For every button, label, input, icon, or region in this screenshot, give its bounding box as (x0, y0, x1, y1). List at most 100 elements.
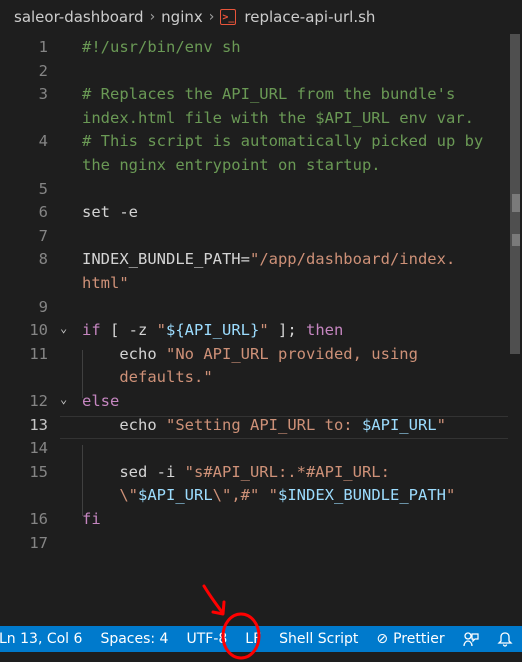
code-text: # Replaces the API_URL from the bundle's (82, 85, 455, 103)
line-number: 15 (29, 462, 48, 481)
language-mode[interactable]: Shell Script (270, 626, 367, 652)
code-line[interactable]: 4 # This script is automatically picked u… (0, 132, 510, 156)
line-number: 11 (29, 344, 48, 363)
line-number: 9 (38, 297, 48, 316)
code-text: echo "Setting API_URL to: $API_URL" (82, 416, 446, 434)
code-line[interactable]: 5 (0, 180, 510, 204)
line-number: 5 (38, 179, 48, 198)
status-bar: Ln 13, Col 6 Spaces: 4 UTF-8 LF Shell Sc… (0, 626, 522, 652)
line-number: 10 (29, 321, 48, 340)
code-line[interactable]: 14 (0, 439, 510, 463)
breadcrumb-file[interactable]: replace-api-url.sh (244, 8, 375, 26)
code-editor[interactable]: 1 #!/usr/bin/env sh 2 3 # Replaces the API_U… (0, 34, 522, 626)
code-token: \" (82, 486, 138, 505)
code-line[interactable]: 16 fi (0, 510, 510, 534)
shell-file-icon: >_ (220, 9, 237, 25)
code-token: "No API_URL provided, using (166, 344, 418, 363)
code-text: \"$API_URL\",#" "$INDEX_BUNDLE_PATH" (82, 486, 455, 504)
feedback-icon[interactable] (454, 626, 488, 652)
prohibited-icon: ⊘ (376, 631, 389, 647)
code-token: $API_URL (361, 415, 437, 434)
code-token: set -e (82, 203, 138, 222)
line-number: 16 (29, 510, 48, 528)
code-token: \",#" (212, 486, 260, 505)
chevron-right-icon: › (208, 9, 215, 25)
code-text: the nginx entrypoint on startup. (82, 156, 381, 174)
code-line[interactable]: 9 (0, 298, 510, 322)
code-text: else (82, 392, 119, 410)
code-token: " (268, 486, 279, 505)
line-number: 17 (29, 533, 48, 552)
code-token: ${API_URL} (166, 321, 260, 340)
code-text: fi (82, 510, 101, 528)
code-line[interactable]: 6 set -e (0, 203, 510, 227)
code-line[interactable]: 8 INDEX_BUNDLE_PATH="/app/dashboard/index… (0, 250, 510, 274)
line-number: 1 (38, 38, 48, 56)
code-text: # This script is automatically picked up… (82, 132, 483, 150)
code-line[interactable]: index.html file with the $API_URL env va… (0, 109, 510, 133)
prettier-status[interactable]: ⊘ Prettier (367, 626, 453, 652)
code-token: index.html file with the $API_URL env va… (82, 108, 474, 127)
code-token: then (306, 321, 344, 340)
eol-setting[interactable]: LF (236, 626, 270, 652)
code-text: html" (82, 274, 129, 292)
breadcrumb-folder[interactable]: saleor-dashboard (14, 8, 144, 26)
code-text: index.html file with the $API_URL env va… (82, 109, 474, 127)
breadcrumb-subfolder[interactable]: nginx (161, 8, 203, 26)
code-line[interactable]: defaults." (0, 368, 510, 392)
code-line[interactable]: \"$API_URL\",#" "$INDEX_BUNDLE_PATH" (0, 486, 510, 510)
cursor-position[interactable]: Ln 13, Col 6 (0, 626, 91, 652)
code-text: set -e (82, 203, 138, 221)
code-token: $API_URL (138, 486, 213, 505)
code-token: INDEX_BUNDLE_PATH= (82, 250, 250, 269)
line-number: 12 (29, 392, 48, 410)
code-token: fi (82, 510, 101, 528)
code-line[interactable]: 15 sed -i "s#API_URL:.*#API_URL: (0, 463, 510, 487)
code-token: [ -z (100, 321, 157, 340)
code-token: sed -i (82, 462, 185, 481)
code-text: #!/usr/bin/env sh (82, 38, 241, 56)
code-line[interactable]: 11 echo "No API_URL provided, using (0, 345, 510, 369)
code-token: echo (82, 344, 166, 363)
code-line[interactable]: 10 ⌄ if [ -z "${API_URL}" ]; then (0, 321, 510, 345)
code-text: INDEX_BUNDLE_PATH="/app/dashboard/index. (82, 250, 455, 268)
indentation-setting[interactable]: Spaces: 4 (91, 626, 177, 652)
fold-chevron-icon[interactable]: ⌄ (60, 392, 67, 406)
line-number: 4 (38, 132, 48, 151)
code-token: # This script is automatically picked up… (82, 132, 484, 151)
code-token: " (156, 321, 167, 340)
line-number: 7 (38, 226, 48, 245)
editor-scrollbar[interactable] (508, 34, 522, 626)
code-text: defaults." (82, 368, 213, 387)
bell-glyph (497, 632, 513, 647)
code-line[interactable]: the nginx entrypoint on startup. (0, 156, 510, 180)
encoding-setting[interactable]: UTF-8 (177, 626, 236, 652)
code-line[interactable]: 17 (0, 534, 510, 558)
code-line[interactable]: 3 # Replaces the API_URL from the bundle'… (0, 85, 510, 109)
scrollbar-marker (512, 234, 520, 246)
line-number: 14 (29, 439, 48, 458)
code-token: the nginx entrypoint on startup. (82, 156, 381, 174)
code-token: defaults." (82, 368, 213, 387)
prettier-label: Prettier (393, 631, 445, 647)
code-token: else (82, 392, 120, 410)
code-line[interactable]: html" (0, 274, 510, 298)
code-line[interactable]: 13 echo "Setting API_URL to: $API_URL" (0, 415, 520, 440)
chevron-right-icon: › (149, 9, 156, 25)
fold-chevron-icon[interactable]: ⌄ (60, 321, 67, 335)
code-line[interactable]: 12 ⌄ else (0, 392, 510, 416)
code-line[interactable]: 2 (0, 62, 510, 86)
code-token: "s#API_URL:.*#API_URL: (184, 462, 390, 481)
code-line[interactable]: 7 (0, 227, 510, 251)
code-token: $INDEX_BUNDLE_PATH (278, 486, 446, 505)
code-line[interactable]: 1 #!/usr/bin/env sh (0, 38, 510, 62)
code-text: sed -i "s#API_URL:.*#API_URL: (82, 463, 390, 481)
code-token: "Setting API_URL to: (166, 415, 362, 434)
code-token: html" (82, 274, 129, 292)
code-token: " (436, 415, 446, 434)
code-token: # Replaces the API_URL from the bundle's (82, 85, 456, 104)
line-number: 2 (38, 61, 48, 80)
notifications-bell-icon[interactable] (488, 626, 522, 652)
code-token: "/app/dashboard/index. (249, 250, 456, 269)
